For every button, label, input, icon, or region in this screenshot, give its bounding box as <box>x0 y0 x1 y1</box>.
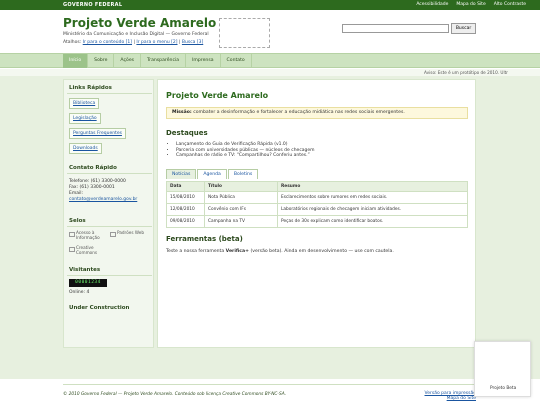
broken-image-icon <box>69 232 75 237</box>
cell-title: Campanha na TV <box>204 215 278 228</box>
logo-placeholder <box>219 18 270 48</box>
sidebar: Links Rápidos Biblioteca Legislação Perg… <box>63 79 154 348</box>
footer-divider <box>63 384 476 385</box>
site-subtitle: Ministério da Comunicação e Inclusão Dig… <box>63 32 209 37</box>
nav-item-imprensa[interactable]: Imprensa <box>186 54 221 68</box>
table-header-row: Data Título Resumo <box>166 181 468 192</box>
divider <box>67 173 152 174</box>
tab-noticias[interactable]: Notícias <box>166 169 197 179</box>
highlights-list: Lançamento do Guia de Verificação Rápida… <box>176 142 315 159</box>
nav-item-transparencia[interactable]: Transparência <box>141 54 187 68</box>
search-button[interactable]: Buscar <box>451 23 476 34</box>
beta-widget-label: Projeto Beta <box>490 386 517 391</box>
government-bar: GOVERNO FEDERAL Acessibilidade Mapa do S… <box>0 0 540 10</box>
table-row[interactable]: 09/08/2010 Campanha na TV Peças de 30s e… <box>166 215 468 228</box>
seals-title: Selos <box>69 218 86 224</box>
sidebar-link-faq[interactable]: Perguntas Frequentes <box>69 128 126 139</box>
search-input[interactable] <box>342 24 449 33</box>
column-header-title: Título <box>204 181 278 192</box>
list-item: Campanhas de rádio e TV: “Compartilhou? … <box>176 153 315 159</box>
visitors-title: Visitantes <box>69 267 101 273</box>
tab-agenda[interactable]: Agenda <box>197 169 227 179</box>
cell-title: Nota Pública <box>204 191 278 204</box>
nav-item-contato[interactable]: Contato <box>221 54 252 68</box>
main-content: Projeto Verde Amarelo Missão: combater a… <box>157 79 476 348</box>
footer-sitemap-link[interactable]: Mapa do Site <box>447 396 476 401</box>
skip-to-menu-link[interactable]: Ir para o menu [2] <box>136 40 177 45</box>
gov-bar-links: Acessibilidade Mapa do Site Alto Contras… <box>416 2 526 7</box>
quick-links-title: Links Rápidos <box>69 85 112 91</box>
sidebar-link-downloads[interactable]: Downloads <box>69 143 102 154</box>
sitemap-link[interactable]: Mapa do Site <box>456 2 485 7</box>
cell-summary: Esclarecimentos sobre rumores em redes s… <box>277 191 468 204</box>
accessibility-link[interactable]: Acessibilidade <box>416 2 448 7</box>
beta-tool-name: Verifica+ <box>225 249 249 254</box>
beta-widget[interactable]: Projeto Beta <box>474 341 531 397</box>
government-brand: GOVERNO FEDERAL <box>63 2 123 8</box>
mission-label: Missão: <box>172 110 192 115</box>
contact-email-link[interactable]: contato@verdeamarelo.gov.br <box>69 197 137 203</box>
news-table: Data Título Resumo 15/08/2010 Nota Públi… <box>166 181 468 228</box>
nav-item-inicio[interactable]: Início <box>63 54 89 68</box>
seal-creative-commons[interactable]: Creative Commons <box>69 245 107 260</box>
cell-summary: Laboratórios regionais de checagem inici… <box>277 203 468 216</box>
main-nav: Início Sobre Ações Transparência Imprens… <box>0 53 540 68</box>
high-contrast-link[interactable]: Alto Contraste <box>494 2 526 7</box>
highlights-heading: Destaques <box>166 129 208 137</box>
shortcuts-label: Atalhos: <box>63 40 82 45</box>
table-row[interactable]: 12/08/2010 Convênio com IFs Laboratórios… <box>166 203 468 216</box>
column-header-summary: Resumo <box>277 181 468 192</box>
under-construction-title: Under Construction <box>69 305 130 311</box>
footer-links: Versão para impressão Mapa do Site <box>420 391 477 401</box>
prototype-notice: Aviso: Este é um protótipo de 2010. Ultr <box>0 69 540 76</box>
skip-to-search-link[interactable]: Busca [3] <box>182 40 203 45</box>
column-header-date: Data <box>166 181 205 192</box>
cell-title: Convênio com IFs <box>204 203 278 216</box>
broken-image-icon <box>110 232 116 237</box>
seal-web-standards[interactable]: Padrões Web <box>110 230 148 245</box>
skip-to-content-link[interactable]: Ir para o conteúdo [1] <box>83 40 132 45</box>
site-header: Projeto Verde Amarelo Ministério da Comu… <box>0 10 540 53</box>
shortcuts-line: Atalhos: Ir para o conteúdo [1] | Ir par… <box>63 40 204 45</box>
broken-image-icon <box>69 247 75 252</box>
mission-text: combater a desinformação e fortalecer a … <box>193 110 405 115</box>
visitor-counter: 00001234 <box>69 279 107 287</box>
beta-description: Teste a nossa ferramenta Verifica+ (vers… <box>166 249 394 254</box>
sidebar-link-legislacao[interactable]: Legislação <box>69 113 101 124</box>
tab-boletins[interactable]: Boletins <box>227 169 259 179</box>
footer-copyright: © 2010 Governo Federal — Projeto Verde A… <box>63 392 287 397</box>
cell-date: 09/08/2010 <box>166 215 205 228</box>
nav-item-acoes[interactable]: Ações <box>114 54 142 68</box>
content-tabs: Notícias Agenda Boletins <box>166 169 259 179</box>
sidebar-link-biblioteca[interactable]: Biblioteca <box>69 98 100 109</box>
site-title[interactable]: Projeto Verde Amarelo <box>63 16 216 30</box>
table-row[interactable]: 15/08/2010 Nota Pública Esclarecimentos … <box>166 191 468 204</box>
nav-item-sobre[interactable]: Sobre <box>88 54 115 68</box>
prototype-notice-text: Aviso: Este é um protótipo de 2010. Ultr <box>424 70 508 75</box>
seal-access-info[interactable]: Acesso à Informação <box>69 230 107 245</box>
mission-banner: Missão: combater a desinformação e forta… <box>166 107 468 119</box>
cell-date: 12/08/2010 <box>166 203 205 216</box>
divider <box>67 93 152 94</box>
divider <box>67 226 152 227</box>
cell-summary: Peças de 30s explicam como identificar b… <box>277 215 468 228</box>
cell-date: 15/08/2010 <box>166 191 205 204</box>
page-title: Projeto Verde Amarelo <box>166 91 269 100</box>
divider <box>67 275 152 276</box>
contact-title: Contato Rápido <box>69 165 117 171</box>
online-count: Online: 4 <box>69 290 90 295</box>
beta-heading: Ferramentas (beta) <box>166 235 243 243</box>
